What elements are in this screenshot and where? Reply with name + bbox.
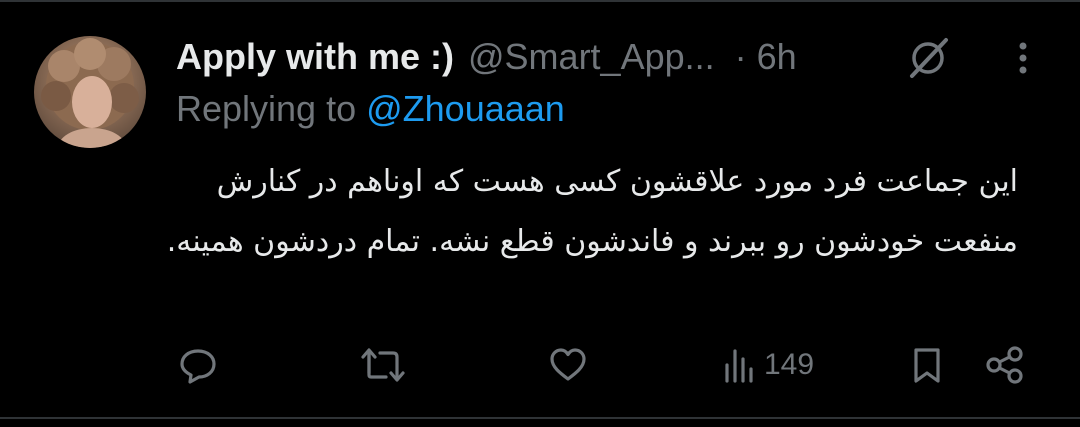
reply-bubble-icon [178,345,218,385]
action-bar: 149 [0,340,1080,390]
replying-to-link[interactable]: @Zhouaaan [366,88,565,129]
user-handle[interactable]: @Smart_App... [468,36,715,78]
views-button[interactable]: 149 [722,340,814,390]
replying-to: Replying to @Zhouaaan [176,88,565,130]
like-button[interactable] [548,340,588,390]
tweet-header: Apply with me :) @Smart_App... · 6h [176,30,797,84]
retweet-icon [360,345,406,385]
grok-slash-icon[interactable] [906,34,952,80]
bookmark-icon [910,345,944,385]
tweet[interactable]: Apply with me :) @Smart_App... · 6h Repl… [0,0,1080,427]
share-icon [984,345,1026,385]
vertical-ellipsis-icon[interactable] [1008,38,1038,78]
replying-prefix: Replying to [176,88,367,129]
bookmark-button[interactable] [910,340,944,390]
heart-icon [548,345,588,385]
timestamp[interactable]: · 6h [735,36,797,78]
avatar[interactable] [34,36,146,148]
reply-button[interactable] [178,340,218,390]
tweet-text: این جماعت فرد مورد علاقشون کسی هست که او… [166,164,1018,259]
display-name[interactable]: Apply with me :) [176,36,454,78]
divider [0,0,1080,2]
share-button[interactable] [984,340,1026,390]
retweet-button[interactable] [360,340,406,390]
bar-chart-icon [722,345,758,385]
views-count: 149 [764,348,815,381]
divider [0,417,1080,419]
